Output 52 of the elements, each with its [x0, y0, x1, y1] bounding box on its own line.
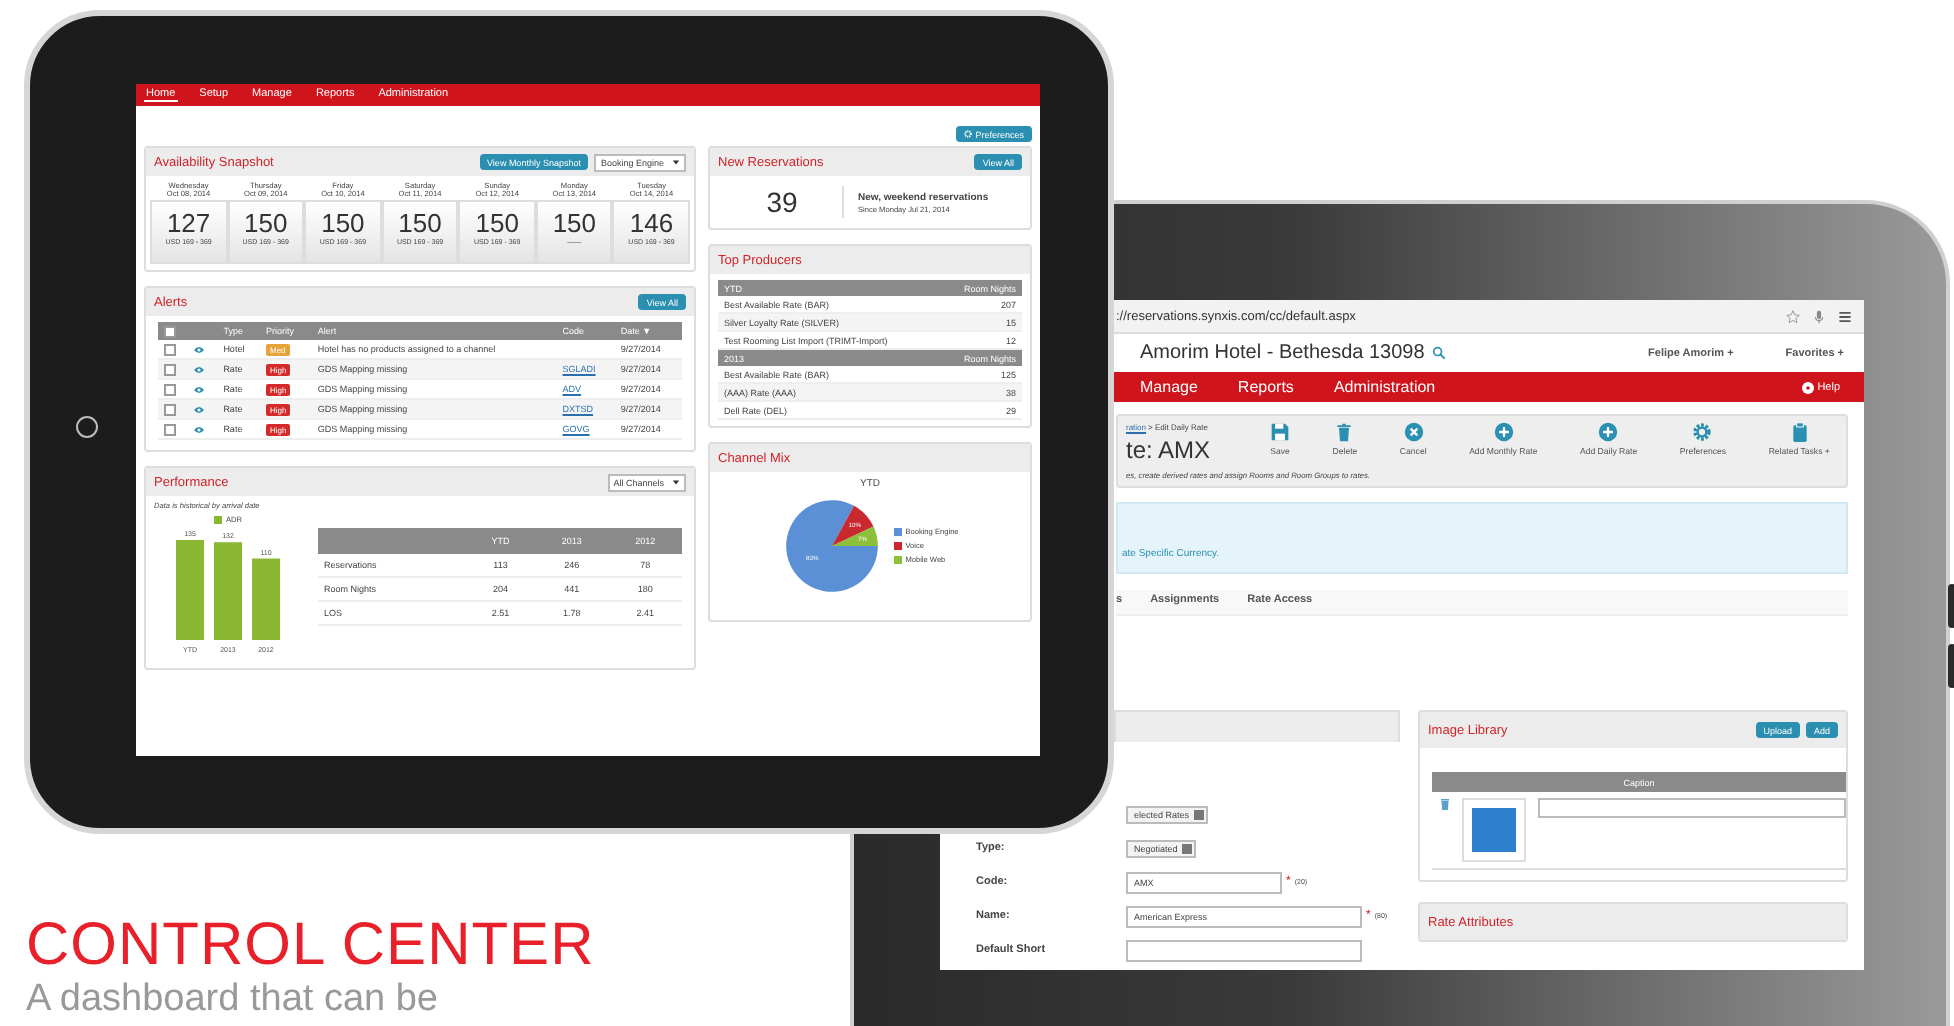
- bar: [252, 558, 280, 640]
- save-icon: [1270, 422, 1290, 442]
- star-icon[interactable]: [1786, 309, 1800, 323]
- menu-icon[interactable]: [1838, 309, 1852, 323]
- eye-icon[interactable]: [194, 405, 205, 414]
- page-title: te: AMX: [1126, 436, 1213, 464]
- home-button-icon: [76, 416, 98, 438]
- caret-icon: [672, 477, 680, 485]
- section-heading: CONTROL CENTER: [26, 914, 595, 978]
- bar: [214, 542, 242, 640]
- help-icon: [1801, 381, 1814, 393]
- hotel-name: Amorim Hotel - Bethesda 13098: [1140, 342, 1425, 364]
- eye-icon[interactable]: [194, 365, 205, 374]
- close-icon: [1403, 422, 1424, 442]
- microphone-icon[interactable]: [1812, 309, 1826, 323]
- trash-icon[interactable]: [1440, 798, 1450, 810]
- eye-icon[interactable]: [194, 385, 205, 394]
- select-all-checkbox[interactable]: [164, 325, 176, 337]
- availability-count: 127: [166, 208, 211, 238]
- legend-swatch: [213, 516, 222, 524]
- availability-count: 146: [629, 208, 674, 238]
- trash-icon: [1334, 422, 1355, 442]
- availability-count: 150: [552, 208, 597, 238]
- settings-icon: [1692, 422, 1713, 442]
- availability-count: 150: [398, 208, 442, 238]
- nav-tab[interactable]: Administration: [1333, 378, 1436, 396]
- nav-tab[interactable]: Reports: [1237, 378, 1294, 396]
- plus-icon: [1493, 422, 1514, 442]
- row-checkbox[interactable]: [164, 343, 176, 355]
- search-icon[interactable]: [1432, 346, 1447, 360]
- clipboard-icon: [1789, 422, 1810, 442]
- row-checkbox[interactable]: [164, 363, 176, 375]
- section-subheading: A dashboard that can be: [26, 978, 440, 1022]
- availability-count: 150: [321, 208, 365, 238]
- availability-count: 150: [244, 208, 288, 238]
- caret-icon: [1193, 809, 1204, 819]
- availability-count: 150: [475, 208, 519, 238]
- row-checkbox[interactable]: [164, 423, 176, 435]
- caption-field[interactable]: [1538, 798, 1846, 818]
- eye-icon[interactable]: [194, 345, 205, 354]
- input-field[interactable]: [1126, 939, 1362, 961]
- nav-tab[interactable]: Manage: [1140, 378, 1198, 396]
- card-image-placeholder: [1472, 808, 1516, 852]
- reservation-count: 39: [722, 186, 844, 218]
- plus-icon: [1598, 422, 1619, 442]
- row-checkbox[interactable]: [164, 403, 176, 415]
- row-checkbox[interactable]: [164, 383, 176, 395]
- settings-icon: [964, 129, 973, 137]
- bar: [176, 540, 204, 640]
- caret-icon: [1181, 843, 1192, 853]
- eye-icon[interactable]: [194, 425, 205, 434]
- caret-icon: [672, 157, 680, 165]
